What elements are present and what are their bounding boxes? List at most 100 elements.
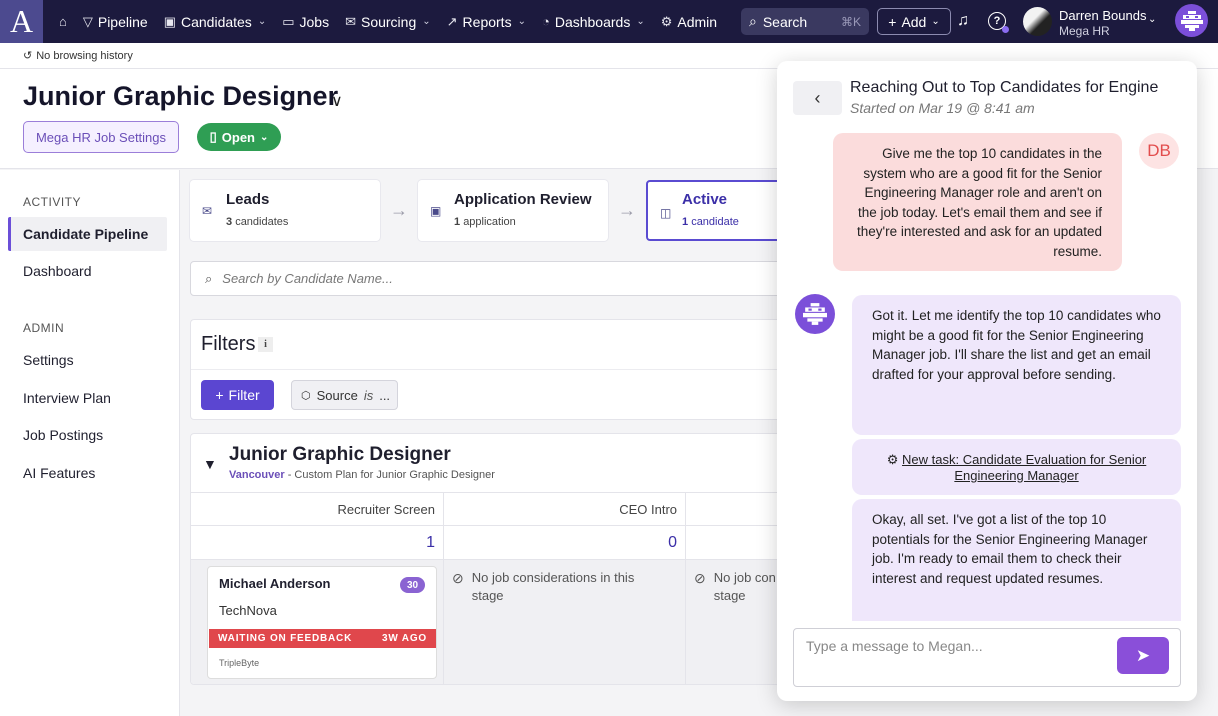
- inbox-icon: ✉: [345, 13, 356, 29]
- nav-pipeline[interactable]: ▽ Pipeline: [75, 0, 156, 43]
- job-settings-button[interactable]: Mega HR Job Settings: [23, 121, 179, 153]
- nav-reports-label: Reports: [462, 13, 512, 30]
- sidebar-item-job-postings[interactable]: Job Postings: [23, 427, 103, 443]
- assistant-button[interactable]: [1175, 4, 1208, 37]
- plus-icon: +: [888, 13, 897, 30]
- arrow-right-icon: →: [618, 200, 636, 220]
- user-name[interactable]: Darren Bounds: [1059, 8, 1146, 23]
- gear-icon: ⚙: [660, 13, 673, 29]
- column-count[interactable]: 0: [444, 525, 686, 560]
- status-badge: WAITING ON FEEDBACK 3W AGO: [209, 629, 436, 648]
- candidate-search-input[interactable]: ⌕ Search by Candidate Name...: [190, 261, 790, 296]
- history-icon: ↺: [23, 50, 33, 62]
- chart-icon: ↗: [446, 13, 458, 29]
- app-logo[interactable]: A: [0, 0, 43, 43]
- status-text: WAITING ON FEEDBACK: [218, 633, 353, 644]
- column-header: [686, 492, 789, 525]
- add-button[interactable]: + Add ⌄: [877, 8, 951, 35]
- notification-dot: [1002, 26, 1009, 33]
- nav-dashboards-label: Dashboards: [554, 13, 631, 30]
- nav-reports[interactable]: ↗ Reports ⌄: [439, 0, 534, 43]
- sidebar-item-settings[interactable]: Settings: [23, 352, 74, 368]
- column-body: ⊘ No job con stage: [686, 560, 789, 684]
- job-status-button[interactable]: ▯ Open ⌄: [197, 123, 281, 151]
- chevron-down-icon: ⌄: [422, 16, 431, 27]
- page-title: Junior Graphic Designer: [23, 81, 339, 111]
- user-org: Mega HR: [1059, 24, 1110, 38]
- inbox-icon: ✉: [202, 204, 213, 218]
- nav-sourcing-label: Sourcing: [360, 13, 417, 30]
- chevron-down-icon: ⌄: [636, 16, 645, 27]
- sidebar-item-dashboard[interactable]: Dashboard: [23, 263, 92, 279]
- nav-sourcing[interactable]: ✉ Sourcing ⌄: [337, 0, 439, 43]
- chat-title: Reaching Out to Top Candidates for Engin…: [850, 79, 1159, 96]
- home-button[interactable]: ⌂: [51, 0, 75, 43]
- candidate-source: TripleByte: [219, 658, 260, 668]
- sidebar-heading-activity: ACTIVITY: [23, 195, 82, 209]
- column-body: ⊘ No job considerations in this stage: [444, 560, 686, 684]
- candidate-card[interactable]: Michael Anderson 30 TechNova WAITING ON …: [207, 566, 437, 679]
- divider: [191, 369, 789, 370]
- bell-icon[interactable]: ♫: [957, 12, 969, 30]
- stage-card-active[interactable]: ◫ Active 1 candidate: [646, 180, 786, 241]
- chevron-down-icon[interactable]: ∨: [331, 91, 343, 111]
- nav-pipeline-label: Pipeline: [97, 13, 148, 30]
- plus-icon: +: [215, 387, 224, 403]
- empty-stage-message: ⊘ No job con stage: [694, 570, 776, 603]
- arrow-right-icon: →: [390, 200, 408, 220]
- send-button[interactable]: ➤: [1117, 637, 1169, 674]
- global-search[interactable]: ⌕ Search ⌘K: [741, 8, 869, 35]
- nav-admin[interactable]: ⚙ Admin: [653, 0, 725, 43]
- collapse-triangle-icon[interactable]: ▼: [203, 456, 217, 472]
- avatar[interactable]: [1023, 7, 1052, 36]
- column-header: Recruiter Screen: [191, 492, 444, 525]
- back-button[interactable]: ‹: [793, 81, 842, 115]
- info-icon[interactable]: i: [258, 337, 273, 352]
- task-link-message[interactable]: ⚙ New task: Candidate Evaluation for Sen…: [852, 439, 1181, 495]
- column-count[interactable]: 1: [191, 525, 444, 560]
- assistant-message: Okay, all set. I've got a list of the to…: [852, 499, 1181, 621]
- candidate-company: TechNova: [219, 603, 277, 618]
- candidate-search-placeholder: Search by Candidate Name...: [222, 271, 393, 286]
- history-text: No browsing history: [36, 49, 133, 62]
- nav-dashboards[interactable]: ◔ Dashboards ⌄: [534, 0, 653, 43]
- stage-count: 1 candidate: [682, 216, 739, 228]
- chat-icon: ◫: [660, 206, 672, 220]
- stage-count: 3 candidates: [226, 216, 289, 228]
- job-sidebar: ACTIVITY Candidate Pipeline Dashboard AD…: [0, 170, 180, 716]
- assistant-chat-panel: ‹ Reaching Out to Top Candidates for Eng…: [777, 61, 1197, 701]
- nav-candidates-label: Candidates: [180, 13, 252, 30]
- stage-card-leads[interactable]: ✉ Leads 3 candidates: [190, 180, 380, 241]
- user-message: Give me the top 10 candidates in the sys…: [833, 133, 1122, 271]
- chevron-down-icon: ⌄: [517, 16, 526, 27]
- nav-candidates[interactable]: ▣ Candidates ⌄: [156, 0, 275, 43]
- nav-jobs[interactable]: ▭ Jobs: [274, 0, 337, 43]
- not-allowed-icon: ⊘: [694, 570, 706, 586]
- source-filter-chip[interactable]: ⬡ Source is ...: [291, 380, 398, 410]
- filter-button-label: Filter: [228, 387, 260, 403]
- add-filter-button[interactable]: + Filter: [201, 380, 274, 410]
- global-search-label: Search: [762, 13, 808, 30]
- task-link[interactable]: New task: Candidate Evaluation for Senio…: [902, 452, 1146, 483]
- plan-title: Junior Graphic Designer: [229, 444, 451, 465]
- nav-jobs-label: Jobs: [299, 13, 330, 30]
- status-age: 3W AGO: [382, 633, 427, 644]
- person-card-icon: ▣: [163, 13, 176, 29]
- chip-value: ...: [379, 387, 391, 403]
- chip-field: Source: [316, 387, 358, 403]
- filters-panel: Filters i + Filter ⬡ Source is ...: [190, 319, 790, 420]
- stage-card-application-review[interactable]: ▣ Application Review 1 application: [418, 180, 608, 241]
- candidate-name[interactable]: Michael Anderson: [219, 576, 330, 591]
- chevron-down-icon[interactable]: ⌄: [1148, 14, 1156, 25]
- not-allowed-icon: ⊘: [452, 570, 464, 586]
- sidebar-item-candidate-pipeline[interactable]: Candidate Pipeline: [23, 226, 148, 242]
- image-icon: ▣: [430, 204, 442, 218]
- sidebar-item-interview-plan[interactable]: Interview Plan: [23, 390, 111, 406]
- home-icon: ⌂: [59, 14, 67, 29]
- sidebar-heading-admin: ADMIN: [23, 321, 65, 335]
- sidebar-item-ai-features[interactable]: AI Features: [23, 465, 95, 481]
- chevron-down-icon: ⌄: [931, 16, 940, 27]
- chip-operator: is: [363, 387, 374, 403]
- column-header: CEO Intro: [444, 492, 686, 525]
- search-icon: ⌕: [749, 13, 757, 29]
